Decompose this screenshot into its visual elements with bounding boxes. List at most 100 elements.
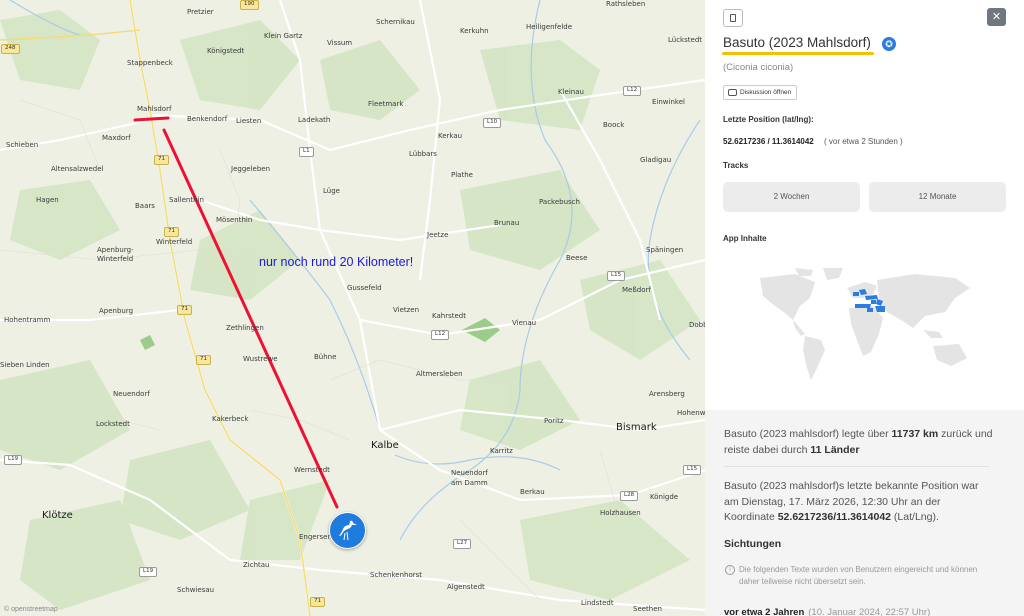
place-label: Baars — [135, 202, 155, 210]
place-label: Jeetze — [427, 231, 449, 239]
coords-ago: ( vor etwa 2 Stunden ) — [824, 137, 903, 146]
place-label: Hohenw — [677, 409, 705, 417]
place-label: Brunau — [494, 219, 520, 227]
place-label: Vietzen — [393, 306, 420, 314]
place-label: Gladigau — [640, 156, 672, 164]
countries-value: 11 Länder — [810, 443, 860, 456]
place-label: Kalbe — [371, 440, 399, 451]
road-shield: L15 — [607, 271, 626, 281]
coords: 52.6217236 / 11.3614042 — [723, 137, 814, 146]
place-label: Neuendorf — [113, 390, 150, 398]
place-label: Poritz — [544, 417, 564, 425]
place-label: Berkau — [520, 488, 545, 496]
place-label: Wernstedt — [294, 466, 330, 474]
place-label: Packebusch — [539, 198, 580, 206]
place-label: Kerkau — [438, 132, 463, 140]
place-label: Einwinkel — [652, 98, 685, 106]
road-shield: 71 — [177, 305, 192, 315]
place-label: Meßdorf — [622, 286, 651, 294]
place-label: Rathsleben — [606, 0, 646, 8]
place-label: Engersen — [299, 533, 332, 541]
place-label: Boock — [603, 121, 625, 129]
last-position-value: 52.6217236 / 11.3614042 ( vor etwa 2 Stu… — [723, 137, 903, 146]
app-content-label: App Inhalte — [723, 234, 767, 243]
track-12-months-button[interactable]: 12 Monate — [869, 182, 1006, 212]
divider — [724, 466, 989, 467]
id-card-icon — [730, 14, 736, 22]
chat-icon — [728, 89, 737, 96]
place-label: Königstedt — [207, 47, 245, 55]
place-label: Altmersleben — [416, 370, 463, 378]
info-icon: i — [725, 565, 735, 575]
id-card-button[interactable] — [723, 9, 743, 27]
road-shield: L19 — [4, 455, 23, 465]
road-shield: 71 — [196, 355, 211, 365]
place-label: Apenburg- — [97, 246, 134, 254]
track-2-weeks-button[interactable]: 2 Wochen — [723, 182, 860, 212]
place-label: Schernikau — [376, 18, 415, 26]
place-label: Plathe — [451, 171, 473, 179]
place-label: Pretzier — [187, 8, 214, 16]
road-shield: 71 — [310, 597, 325, 607]
verified-badge-icon: ✪ — [882, 37, 896, 51]
scientific-name: (Ciconia ciconia) — [723, 62, 794, 73]
distance-annotation: nur noch rund 20 Kilometer! — [259, 255, 414, 269]
place-label: Schenkenhorst — [370, 571, 423, 579]
bird-detail-panel: ✕ Basuto (2023 Mahlsdorf) ✪ (Ciconia cic… — [705, 0, 1024, 616]
place-label: Stappenbeck — [127, 59, 173, 67]
place-label: Holzhausen — [600, 509, 641, 517]
road-shield: L19 — [139, 567, 158, 577]
road-shield: 71 — [164, 227, 179, 237]
road-shield: L1 — [299, 147, 314, 157]
place-label: Beese — [566, 254, 588, 262]
stork-icon — [339, 520, 357, 541]
bird-title: Basuto (2023 Mahlsdorf) — [723, 35, 871, 50]
world-countries-map — [760, 268, 970, 380]
road-shield: L10 — [483, 118, 502, 128]
place-label: Fleetmark — [368, 100, 404, 108]
place-label: Lückstedt — [668, 36, 703, 44]
sightings-note-text: Die folgenden Texte wurden von Benutzern… — [739, 565, 978, 586]
place-label: Klein Gartz — [264, 32, 303, 40]
position-text: (Lat/Lng). — [891, 511, 939, 523]
close-button[interactable]: ✕ — [987, 8, 1006, 26]
place-label: Königde — [650, 493, 679, 501]
place-label: Benkendorf — [187, 115, 228, 123]
last-position-paragraph: Basuto (2023 mahlsdorf)s letzte bekannte… — [724, 479, 994, 526]
place-label: Heiligenfelde — [526, 23, 573, 31]
stats-paragraph: Basuto (2023 mahlsdorf) legte über 11737… — [724, 427, 994, 458]
sighting-entry[interactable]: vor etwa 2 Jahren (10. Januar 2024, 22:57… — [724, 607, 930, 616]
tracks-label: Tracks — [723, 161, 749, 170]
place-label: Vissum — [327, 39, 353, 47]
place-label: Arensberg — [649, 390, 685, 398]
place-label: Späningen — [646, 246, 684, 254]
sighting-when: vor etwa 2 Jahren — [724, 607, 805, 616]
place-label: Wustrewe — [243, 355, 278, 363]
place-label: Zichtau — [243, 561, 270, 569]
position-coords: 52.6217236/11.3614042 — [777, 511, 892, 523]
stork-position-marker[interactable] — [329, 512, 366, 549]
distance-value: 11737 km — [891, 428, 939, 440]
road-shield: L15 — [683, 465, 702, 475]
place-label: Altensalzwedel — [51, 165, 104, 173]
open-discussion-button[interactable]: Diskussion öffnen — [723, 85, 798, 100]
sightings-heading: Sichtungen — [724, 538, 782, 550]
road-shield: L28 — [620, 491, 639, 501]
road-shield: 190 — [240, 0, 259, 10]
sightings-note: i Die folgenden Texte wurden von Benutze… — [725, 564, 995, 588]
place-label: Bühne — [314, 353, 337, 361]
road-shield: L12 — [431, 330, 450, 340]
place-label: Ladekath — [298, 116, 331, 124]
place-label: Maxdorf — [102, 134, 131, 142]
place-label: Hohentramm — [4, 316, 51, 324]
map-view[interactable]: Pretzier Schernikau Heiligenfelde Rathslebe… — [0, 0, 705, 616]
road-shield: 71 — [154, 155, 169, 165]
place-label: Liesten — [236, 117, 262, 125]
map-attribution[interactable]: © openstreetmap — [4, 606, 58, 613]
road-shield: L27 — [453, 539, 472, 549]
place-label: Mösenthin — [216, 216, 253, 224]
place-label: Hagen — [36, 196, 59, 204]
mahlsdorf-underline-mark — [133, 116, 170, 122]
place-label: Algenstedt — [447, 583, 485, 591]
place-label: Bismark — [616, 422, 657, 433]
